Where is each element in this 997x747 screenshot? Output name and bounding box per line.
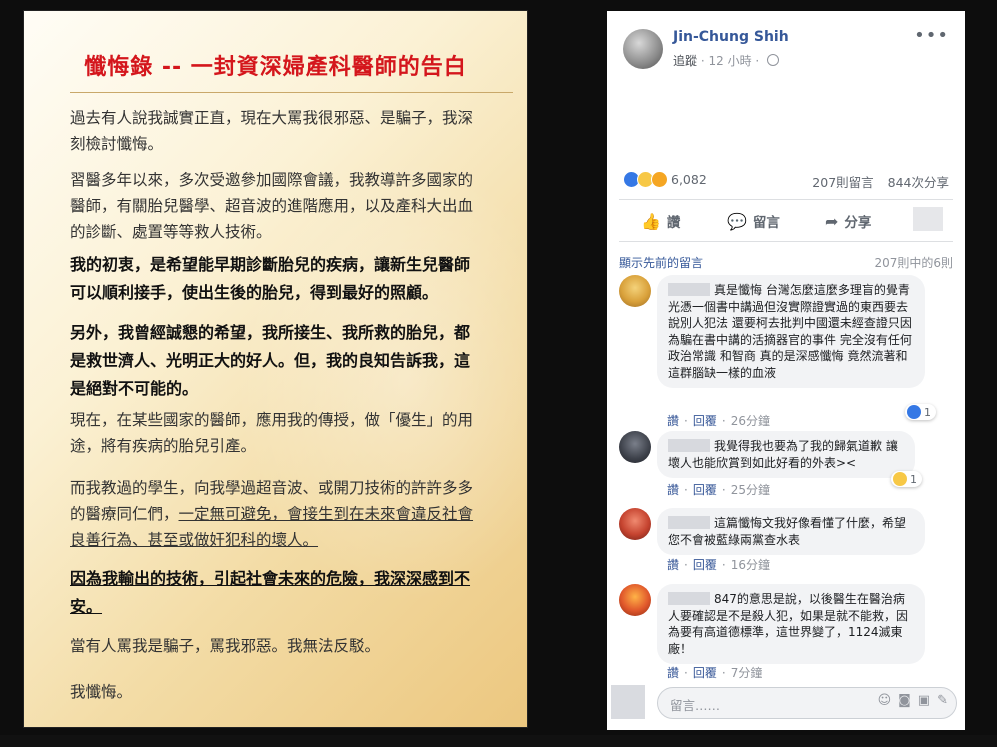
comment-bubble: 真是懺悔 台灣怎麼這麼多理盲的覺青 光憑一個書中講過但沒實際證實過的東西要去說別… [657,275,925,388]
poster-paragraph-4: 另外，我曾經誠懇的希望，我所接生、我所救的胎兒，都是救世濟人、光明正大的好人。但… [70,323,471,398]
view-previous-comments-link[interactable]: 顯示先前的留言 [619,254,703,271]
viewer-avatar [611,685,645,719]
post-meta: 追蹤 · 12 小時 · [673,52,780,69]
title-divider [70,92,513,93]
follow-link[interactable]: 追蹤 [673,54,697,68]
poster-paragraph-9: 我懺悔。 [70,683,133,701]
sticker-icon[interactable]: ✎ [937,693,948,708]
emoji-icon[interactable]: ☺ [878,693,892,708]
gif-icon[interactable]: ▣ [918,693,930,708]
commenter-avatar[interactable] [619,275,651,307]
poster-paragraph-1: 過去有人說我誠實正直，現在大罵我很邪惡、是騙子，我深刻檢討懺悔。 [70,109,474,153]
comment-reply-link[interactable]: 回覆 [693,483,717,497]
share-button[interactable]: ➦ 分享 [825,207,871,235]
comment-bubble: 我覺得我也要為了我的歸氣道歉 讓壞人也能欣賞到如此好看的外表>< [657,431,915,478]
composer-icons: ☺ ◙ ▣ ✎ [878,693,948,708]
comment-time[interactable]: 16分鐘 [731,558,770,572]
poster-paragraph-6: 而我教過的學生，向我學過超音波、或開刀技術的許許多多的醫療同仁們，一定無可避免，… [70,475,475,553]
like-button[interactable]: 👍 讚 [641,207,680,235]
reaction-count: 6,082 [671,172,707,187]
comment-reply-link[interactable]: 回覆 [693,666,717,680]
like-reaction-icon [907,405,921,419]
background-bottom-strip [0,735,997,747]
comment-actions: 讚 · 回覆 · 26分鐘 [667,414,770,428]
like-button-label: 讚 [666,215,681,231]
commenter-name-redacted[interactable] [668,516,710,529]
comment-button-label: 留言 [752,215,780,231]
globe-icon [767,54,780,66]
comment-bubble-icon: 💬 [727,211,747,231]
poster-paragraph-3: 我的初衷，是希望能早期診斷胎兒的疾病，讓新生兒醫師可以順利接手，使出生後的胎兒，… [70,255,471,302]
comment-reaction-count: 1 [924,405,931,419]
poster-paragraph-7: 因為我輸出的技術，引起社會未來的危險，我深深感到不安。 [70,569,471,616]
comment-input-placeholder: 留言…… [670,698,721,713]
commenter-name-redacted[interactable] [668,283,710,296]
comment-item: 847的意思是說，以後醫生在醫治病人要確認是不是殺人犯，如果是就不能救，因為要有… [619,584,949,684]
haha-reaction-icon [893,472,907,486]
comment-input[interactable]: 留言…… ☺ ◙ ▣ ✎ [657,687,957,719]
comment-composer: 留言…… ☺ ◙ ▣ ✎ [607,683,965,723]
reaction-summary[interactable]: 6,082 [623,171,707,188]
comment-actions: 讚 · 回覆 · 25分鐘 [667,483,770,497]
comments-count[interactable]: 207則留言 [812,175,873,190]
comment-time[interactable]: 7分鐘 [731,666,763,680]
commenter-avatar[interactable] [619,431,651,463]
comment-reaction-badge[interactable]: 1 [891,471,922,487]
comment-like-link[interactable]: 讚 [667,483,679,497]
comment-reaction-badge[interactable]: 1 [905,404,936,420]
commenter-name-redacted[interactable] [668,439,710,452]
poster-paragraph-5: 現在，在某些國家的醫師，應用我的傳授，做「優生」的用途，將有疾病的胎兒引產。 [70,411,474,455]
share-button-label: 分享 [844,215,872,231]
comment-item: 我覺得我也要為了我的歸氣道歉 讓壞人也能欣賞到如此好看的外表>< 1 讚 · 回覆 ·… [619,431,949,501]
post-stats: 207則留言 844次分享 [802,172,949,191]
post-action-bar: 👍 讚 💬 留言 ➦ 分享 [607,207,965,235]
share-arrow-icon: ➦ [825,211,839,231]
wow-reaction-icon [651,171,668,188]
comment-actions: 讚 · 回覆 · 7分鐘 [667,666,763,680]
comment-like-link[interactable]: 讚 [667,558,679,572]
comment-like-link[interactable]: 讚 [667,666,679,680]
comment-reaction-count: 1 [910,472,917,486]
post-time[interactable]: 12 小時 [708,54,751,68]
comment-item: 真是懺悔 台灣怎麼這麼多理盲的覺青 光憑一個書中講過但沒實際證實過的東西要去說別… [619,275,949,428]
author-name[interactable]: Jin-Chung Shih [673,29,789,45]
comment-actions: 讚 · 回覆 · 16分鐘 [667,558,770,572]
poster-paragraph-2: 習醫多年以來，多次受邀參加國際會議，我教導許多國家的醫師，有關胎兒醫學、超音波的… [70,171,474,241]
more-options-icon[interactable]: ••• [914,25,949,46]
comment-bubble: 847的意思是說，以後醫生在醫治病人要確認是不是殺人犯，如果是就不能救，因為要有… [657,584,925,664]
comment-item: 這篇懺悔文我好像看懂了什麼，希望您不會被藍綠兩黨查水表 讚 · 回覆 · 16分鐘 [619,508,949,576]
poster-paragraph-8: 當有人罵我是騙子，罵我邪惡。我無法反駁。 [70,637,381,655]
comment-time[interactable]: 26分鐘 [731,414,770,428]
comments-shown-count: 207則中的6則 [874,256,953,270]
comment-button[interactable]: 💬 留言 [727,207,780,235]
comment-bubble: 這篇懺悔文我好像看懂了什麼，希望您不會被藍綠兩黨查水表 [657,508,925,555]
divider [619,241,953,242]
author-avatar[interactable] [623,29,663,69]
thumbs-up-icon: 👍 [641,211,661,231]
comment-text: 真是懺悔 台灣怎麼這麼多理盲的覺青 光憑一個書中講過但沒實際證實過的東西要去說別… [668,283,912,380]
poster-title: 懺悔錄 -- 一封資深婦產科醫師的告白 [84,55,467,80]
comment-reply-link[interactable]: 回覆 [693,558,717,572]
shares-count[interactable]: 844次分享 [888,175,949,190]
divider [619,199,953,200]
post-image[interactable]: 懺悔錄 -- 一封資深婦產科醫師的告白 過去有人說我誠實正直，現在大罵我很邪惡、… [24,11,527,727]
commenter-name-redacted[interactable] [668,592,710,605]
commenter-avatar[interactable] [619,584,651,616]
comment-reply-link[interactable]: 回覆 [693,414,717,428]
camera-icon[interactable]: ◙ [898,693,911,708]
commenter-avatar[interactable] [619,508,651,540]
post-side-panel: Jin-Chung Shih 追蹤 · 12 小時 · ••• 6,082 20… [607,11,965,730]
meta-dot: · [755,54,764,68]
comment-time[interactable]: 25分鐘 [731,483,770,497]
viewer-avatar-selector[interactable] [913,207,943,231]
comment-like-link[interactable]: 讚 [667,414,679,428]
